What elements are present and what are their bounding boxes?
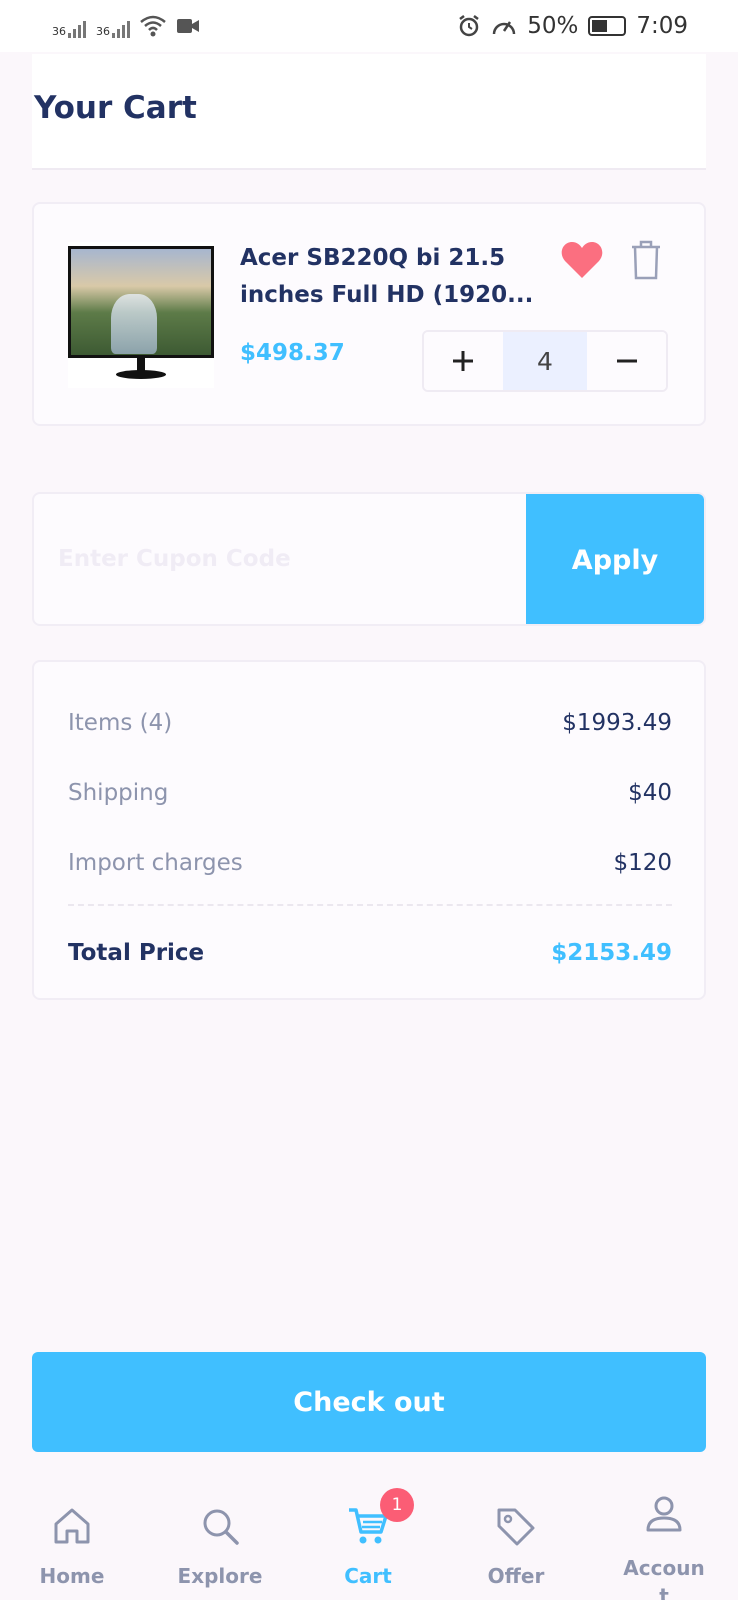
- battery-percent: 50%: [527, 13, 579, 39]
- shipping-row: Shipping $40: [68, 780, 672, 806]
- items-value: $1993.49: [562, 710, 672, 736]
- nav-item-explore[interactable]: Explore: [150, 1472, 290, 1600]
- signal-strength-1: 36: [52, 14, 86, 38]
- summary-divider: [68, 904, 672, 906]
- cart-badge: 1: [380, 1488, 414, 1522]
- speed-icon: [492, 21, 516, 35]
- coupon-input[interactable]: [34, 494, 526, 624]
- nav-label-cart: Cart: [344, 1564, 392, 1588]
- product-name[interactable]: Acer SB220Q bi 21.5 inches Full HD (1920…: [240, 240, 540, 314]
- total-value: $2153.49: [551, 940, 672, 966]
- search-icon: [203, 1509, 239, 1545]
- import-charges-value: $120: [613, 850, 672, 876]
- checkout-button[interactable]: Check out: [32, 1352, 706, 1452]
- nav-item-home[interactable]: Home: [2, 1472, 142, 1600]
- status-right: 50% 7:09: [457, 13, 688, 39]
- battery-icon: [588, 16, 627, 36]
- price-summary: Items (4) $1993.49 Shipping $40 Import c…: [32, 660, 706, 1000]
- nav-item-cart[interactable]: 1 Cart: [298, 1472, 438, 1600]
- coupon-box: Apply: [32, 492, 706, 626]
- header: Your Cart: [32, 54, 706, 170]
- nav-label-explore: Explore: [177, 1564, 263, 1588]
- wifi-icon: [140, 15, 166, 37]
- nav-item-offer[interactable]: Offer: [446, 1472, 586, 1600]
- monitor-screen: [68, 246, 214, 358]
- nav-item-account[interactable]: Account: [594, 1472, 734, 1600]
- items-label: Items (4): [68, 710, 173, 736]
- shipping-label: Shipping: [68, 780, 169, 806]
- decrease-quantity-button[interactable]: [587, 332, 666, 390]
- shipping-value: $40: [628, 780, 672, 806]
- import-charges-label: Import charges: [68, 850, 243, 876]
- quantity-stepper[interactable]: 4: [422, 330, 668, 392]
- video-call-icon: [177, 19, 199, 33]
- items-row: Items (4) $1993.49: [68, 710, 672, 736]
- clock: 7:09: [636, 13, 688, 39]
- product-price: $498.37: [240, 340, 345, 366]
- minus-icon: [616, 359, 637, 363]
- increase-quantity-button[interactable]: [424, 332, 503, 390]
- monitor-base: [116, 370, 166, 379]
- page-title: Your Cart: [34, 90, 197, 126]
- plus-icon: [453, 351, 474, 371]
- alarm-icon: [459, 15, 479, 37]
- user-icon: [646, 1496, 682, 1532]
- signal-strength-2: 36: [96, 14, 130, 38]
- heart-icon[interactable]: [560, 240, 604, 280]
- apply-button[interactable]: Apply: [526, 494, 704, 624]
- nav-label-offer: Offer: [487, 1564, 545, 1588]
- bottom-navigation: Home Explore 1 Cart Offer Account: [0, 1472, 738, 1600]
- product-image[interactable]: [68, 242, 214, 388]
- cart-item-card[interactable]: Acer SB220Q bi 21.5 inches Full HD (1920…: [32, 202, 706, 426]
- import-charges-row: Import charges $120: [68, 850, 672, 876]
- status-left: 36 36: [52, 14, 200, 38]
- total-label: Total Price: [68, 940, 205, 966]
- home-icon: [54, 1508, 90, 1544]
- nav-label-account: Account: [623, 1556, 705, 1600]
- total-row: Total Price $2153.49: [68, 940, 672, 966]
- nav-label-home: Home: [39, 1564, 105, 1588]
- quantity-value: 4: [502, 332, 588, 390]
- tag-icon: [497, 1508, 535, 1546]
- status-bar: 36 36 50% 7:09: [0, 0, 738, 52]
- trash-icon[interactable]: [630, 240, 662, 280]
